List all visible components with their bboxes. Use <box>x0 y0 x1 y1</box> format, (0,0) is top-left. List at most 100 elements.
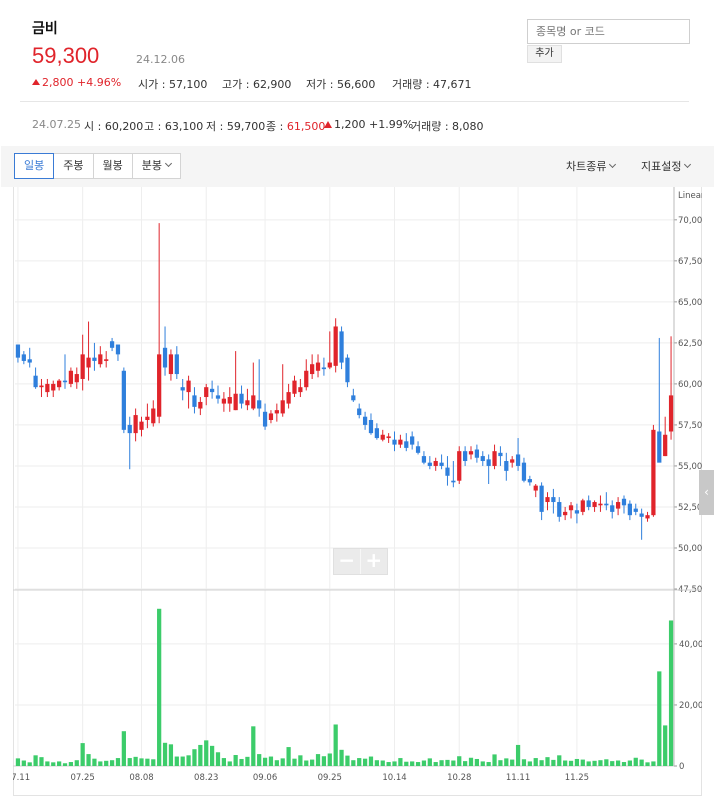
zoom-out-button[interactable]: − <box>334 549 361 574</box>
candle-body <box>615 502 621 509</box>
candle-body <box>227 397 232 404</box>
volume-bar <box>574 758 580 766</box>
volume-bar <box>492 754 497 766</box>
side-panel-toggle[interactable]: ‹ <box>699 470 714 515</box>
candle-body <box>639 513 644 517</box>
candle-body <box>415 446 421 453</box>
tab-monthly[interactable]: 월봉 <box>92 153 133 179</box>
volume-bar <box>121 731 126 766</box>
volume-bar <box>262 757 268 766</box>
volume-bar <box>92 758 97 766</box>
candle-body <box>268 413 274 420</box>
search-input[interactable] <box>527 19 690 44</box>
volume-bar <box>115 758 121 766</box>
x-axis-label: 11.11 <box>506 773 530 783</box>
volume-bar <box>663 725 668 766</box>
volume-bar <box>180 756 185 766</box>
volume-bar <box>615 760 621 766</box>
chevron-down-icon <box>164 159 173 168</box>
volume-bar <box>98 761 103 766</box>
candle-body <box>157 354 162 417</box>
candle-body <box>439 462 444 466</box>
volume-bar <box>627 760 632 766</box>
candle-body <box>68 370 74 384</box>
volume-bar <box>345 755 350 766</box>
candle-body <box>604 503 609 506</box>
chart-type-label: 차트종류 <box>566 160 607 173</box>
candle-body <box>74 374 79 383</box>
candle-body <box>33 375 38 388</box>
volume-bar <box>15 758 21 766</box>
volume-bar <box>445 759 450 766</box>
tab-minute[interactable]: 분봉 <box>131 153 181 179</box>
candle-body <box>551 497 556 503</box>
scale-label: Linear <box>678 191 702 201</box>
stock-name: 금비 <box>32 21 58 37</box>
volume-bar <box>304 760 309 766</box>
candle-body <box>421 456 427 463</box>
candle-body <box>574 510 580 514</box>
volume-bar <box>604 759 609 766</box>
candle-body <box>121 370 126 430</box>
day-info-volume: 거래량 : 8,080 <box>411 120 484 133</box>
candle-body <box>362 416 368 425</box>
candle-body <box>368 419 374 434</box>
candle-body <box>633 508 638 512</box>
volume-bar <box>451 760 456 766</box>
chart-toolbar: 일봉 주봉 월봉 분봉 차트종류 지표설정 <box>1 146 714 187</box>
volume-bar <box>468 757 474 766</box>
volume-tick-label: 40,000 <box>679 640 702 650</box>
price-volume-chart[interactable]: 70,00067,50065,00062,50060,00057,50055,0… <box>13 187 702 792</box>
candle-body <box>310 364 315 375</box>
candle-body <box>504 461 509 471</box>
candle-body <box>98 354 103 365</box>
volume-bar <box>21 760 26 766</box>
x-axis-label: 08.08 <box>129 773 153 783</box>
candle-body <box>151 408 156 424</box>
volume-bar <box>374 760 379 766</box>
volume-bar <box>651 761 656 766</box>
volume-bar <box>427 758 432 766</box>
volume-bar <box>545 757 550 766</box>
candle-body <box>663 434 668 457</box>
volume-bar <box>333 724 338 766</box>
price-tick-label: 50,000 <box>678 544 702 554</box>
candle-body <box>174 354 179 375</box>
add-button[interactable]: 추가 <box>527 45 562 63</box>
indicator-settings-menu[interactable]: 지표설정 <box>641 158 692 174</box>
day-info-change: 1,200 +1.99% <box>324 118 413 131</box>
candle-body <box>610 505 615 512</box>
tab-minute-label: 분봉 <box>141 159 162 172</box>
tab-daily[interactable]: 일봉 <box>14 153 55 179</box>
candle-body <box>109 341 115 348</box>
volume-bar <box>392 761 397 766</box>
candle-body <box>39 385 44 388</box>
candle-body <box>374 428 379 439</box>
candle-body <box>627 503 632 516</box>
volume-bar <box>563 760 568 766</box>
volume-bar <box>127 758 132 766</box>
candle-body <box>192 395 197 407</box>
volume-bar <box>133 756 138 766</box>
volume-bar <box>410 761 415 766</box>
candle-body <box>204 387 209 398</box>
zoom-in-button[interactable]: + <box>361 549 387 574</box>
open-price: 시가 : 57,100 <box>138 78 208 91</box>
volume-bar <box>215 752 221 766</box>
candle-body <box>433 461 438 466</box>
candle-body <box>427 462 432 466</box>
candle-body <box>286 392 291 404</box>
candle-body <box>168 354 174 375</box>
volume-tick-label: 0 <box>679 762 684 772</box>
volume-bar <box>39 757 44 766</box>
candle-body <box>404 441 409 448</box>
candle-body <box>598 503 603 506</box>
price-tick-label: 65,000 <box>678 298 702 308</box>
candle-body <box>410 436 415 445</box>
tab-weekly[interactable]: 주봉 <box>53 153 94 179</box>
volume-bar <box>521 759 527 766</box>
chart-type-menu[interactable]: 차트종류 <box>566 158 617 174</box>
volume-bar <box>157 608 162 766</box>
day-info-change-percent: +1.99% <box>369 118 414 131</box>
x-axis-label: 07.25 <box>70 773 94 783</box>
